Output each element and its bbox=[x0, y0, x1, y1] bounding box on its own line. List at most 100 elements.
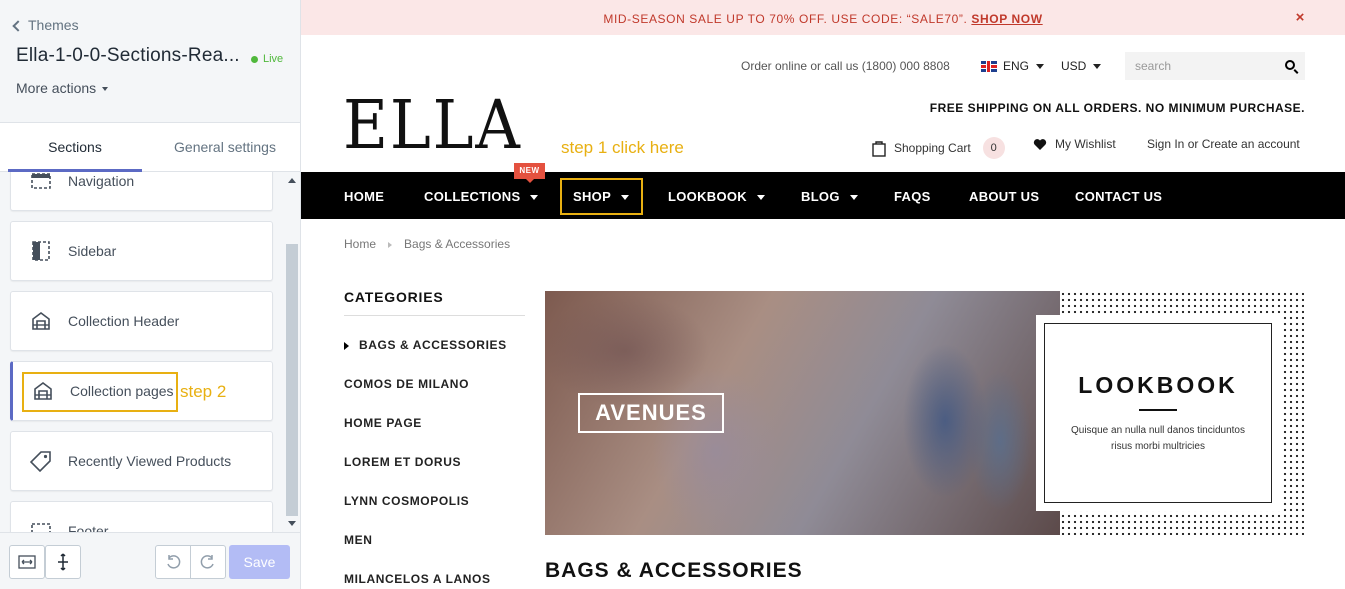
nav-label: HOME bbox=[344, 189, 385, 204]
categories-title: CATEGORIES bbox=[344, 289, 444, 305]
chevron-left-icon bbox=[12, 19, 24, 32]
nav-item-faqs[interactable]: FAQS bbox=[894, 189, 931, 204]
wishlist-link[interactable]: My Wishlist bbox=[1033, 137, 1116, 151]
nav-item-about-us[interactable]: ABOUT US bbox=[969, 189, 1039, 204]
breadcrumb: Home Bags & Accessories bbox=[344, 237, 510, 251]
close-icon[interactable]: × bbox=[1296, 9, 1305, 26]
search-input[interactable]: search bbox=[1125, 52, 1305, 80]
tag-icon bbox=[30, 451, 51, 472]
scrollbar-thumb[interactable] bbox=[286, 244, 298, 516]
theme-name: Ella-1-0-0-Sections-Rea... bbox=[16, 45, 240, 66]
tab-sections[interactable]: Sections bbox=[0, 123, 150, 172]
breadcrumb-current: Bags & Accessories bbox=[404, 237, 511, 251]
section-item-sidebar[interactable]: Sidebar bbox=[10, 221, 273, 281]
nav-item-lookbook[interactable]: LOOKBOOK bbox=[668, 189, 765, 204]
nav-label: FAQS bbox=[894, 189, 931, 204]
redo-button[interactable] bbox=[190, 545, 226, 579]
search-icon[interactable] bbox=[1285, 60, 1295, 70]
status-badge: Live bbox=[251, 53, 283, 65]
step2-note: step 2 bbox=[180, 382, 227, 401]
undo-button[interactable] bbox=[155, 545, 191, 579]
inspector-toggle-button[interactable] bbox=[45, 545, 81, 579]
language-select[interactable]: ENG bbox=[981, 59, 1045, 73]
collection-icon bbox=[32, 312, 50, 330]
more-actions-button[interactable]: More actions bbox=[16, 80, 109, 96]
main-navigation: HOME COLLECTIONS SHOP LOOKBOOK BLOG FAQS… bbox=[301, 172, 1345, 219]
back-to-themes-link[interactable]: Themes bbox=[12, 17, 79, 33]
store-preview: MID-SEASON SALE UP TO 70% OFF. USE CODE:… bbox=[301, 0, 1345, 589]
section-label: Footer bbox=[68, 523, 109, 532]
live-dot-icon bbox=[251, 55, 258, 63]
sections-scrollbar[interactable] bbox=[285, 172, 299, 532]
section-item-navigation[interactable]: Navigation bbox=[10, 172, 273, 211]
section-label: Collection Header bbox=[68, 313, 180, 329]
caret-right-icon bbox=[344, 341, 349, 350]
promo-shop-now-link[interactable]: SHOP NOW bbox=[971, 12, 1042, 26]
category-item[interactable]: MEN bbox=[344, 533, 372, 547]
theme-editor-panel: Themes Ella-1-0-0-Sections-Rea... Live M… bbox=[0, 0, 301, 589]
section-label: Sidebar bbox=[68, 243, 117, 259]
lookbook-card: LOOKBOOK Quisque an nulla null danos tin… bbox=[1036, 315, 1282, 511]
scroll-up-icon[interactable] bbox=[288, 178, 296, 183]
editor-footer: Save bbox=[0, 532, 300, 589]
nav-item-blog[interactable]: BLOG bbox=[801, 189, 858, 204]
caret-down-icon bbox=[102, 87, 109, 92]
category-label: BAGS & ACCESSORIES bbox=[359, 338, 507, 352]
category-item[interactable]: BAGS & ACCESSORIES bbox=[344, 338, 507, 352]
nav-item-collections[interactable]: COLLECTIONS bbox=[424, 189, 539, 204]
wishlist-label: My Wishlist bbox=[1055, 137, 1116, 151]
nav-item-home[interactable]: HOME bbox=[344, 189, 384, 204]
chevron-right-icon bbox=[388, 241, 393, 248]
lookbook-title: LOOKBOOK bbox=[1078, 372, 1238, 398]
lookbook-frame: LOOKBOOK Quisque an nulla null danos tin… bbox=[1044, 323, 1272, 503]
caret-down-icon bbox=[1036, 64, 1045, 70]
caret-down-icon bbox=[849, 195, 858, 201]
redo-icon bbox=[200, 555, 214, 569]
caret-down-icon bbox=[530, 195, 539, 201]
store-logo[interactable]: ELLA bbox=[343, 86, 522, 164]
section-item-footer[interactable]: Footer bbox=[10, 501, 273, 532]
collection-banner-image[interactable]: AVENUES bbox=[545, 291, 1060, 535]
promo-bar: MID-SEASON SALE UP TO 70% OFF. USE CODE:… bbox=[301, 0, 1345, 35]
section-item-recently-viewed[interactable]: Recently Viewed Products bbox=[10, 431, 273, 491]
currency-select[interactable]: USD bbox=[1061, 59, 1102, 73]
category-item[interactable]: LOREM ET DORUS bbox=[344, 455, 461, 469]
navigation-icon bbox=[31, 173, 51, 189]
language-label: ENG bbox=[1003, 59, 1030, 73]
scroll-down-icon[interactable] bbox=[288, 521, 296, 526]
cart-count-badge: 0 bbox=[982, 137, 1005, 159]
heart-icon bbox=[1033, 138, 1047, 150]
save-button[interactable]: Save bbox=[229, 545, 290, 579]
lookbook-description: Quisque an nulla null danos tinciduntos … bbox=[1070, 425, 1245, 452]
category-item[interactable]: HOME PAGE bbox=[344, 416, 422, 430]
nav-label: COLLECTIONS bbox=[424, 189, 521, 204]
account-link[interactable]: Sign In or Create an account bbox=[1147, 137, 1300, 151]
section-label: Recently Viewed Products bbox=[68, 453, 232, 469]
footer-icon bbox=[31, 523, 51, 532]
category-item[interactable]: COMOS DE MILANO bbox=[344, 377, 469, 391]
step1-note: step 1 click here bbox=[561, 138, 684, 157]
tab-general-settings[interactable]: General settings bbox=[150, 123, 300, 171]
step2-highlight-box bbox=[22, 372, 178, 412]
section-label: Navigation bbox=[68, 173, 135, 189]
cursor-icon bbox=[58, 553, 68, 571]
section-item-collection-header[interactable]: Collection Header bbox=[10, 291, 273, 351]
breadcrumb-home[interactable]: Home bbox=[344, 237, 376, 251]
nav-label: BLOG bbox=[801, 189, 840, 204]
shopping-cart-link[interactable]: Shopping Cart 0 bbox=[872, 137, 1005, 159]
divider bbox=[1139, 409, 1177, 411]
more-actions-label: More actions bbox=[16, 80, 97, 96]
lookbook-block[interactable]: LOOKBOOK Quisque an nulla null danos tin… bbox=[1036, 291, 1304, 535]
status-label: Live bbox=[263, 53, 284, 65]
full-width-toggle-button[interactable] bbox=[9, 545, 45, 579]
category-item[interactable]: LYNN COSMOPOLIS bbox=[344, 494, 469, 508]
shopping-bag-icon bbox=[872, 140, 886, 157]
editor-tabs: Sections General settings bbox=[0, 123, 300, 172]
currency-label: USD bbox=[1061, 59, 1087, 73]
category-item[interactable]: MILANCELOS A LANOS bbox=[344, 572, 491, 586]
divider bbox=[344, 315, 525, 316]
caret-down-icon bbox=[756, 195, 765, 201]
nav-item-contact-us[interactable]: CONTACT US bbox=[1075, 189, 1162, 204]
promo-text: MID-SEASON SALE UP TO 70% OFF. USE CODE:… bbox=[603, 12, 968, 26]
banner-label: AVENUES bbox=[578, 393, 724, 433]
